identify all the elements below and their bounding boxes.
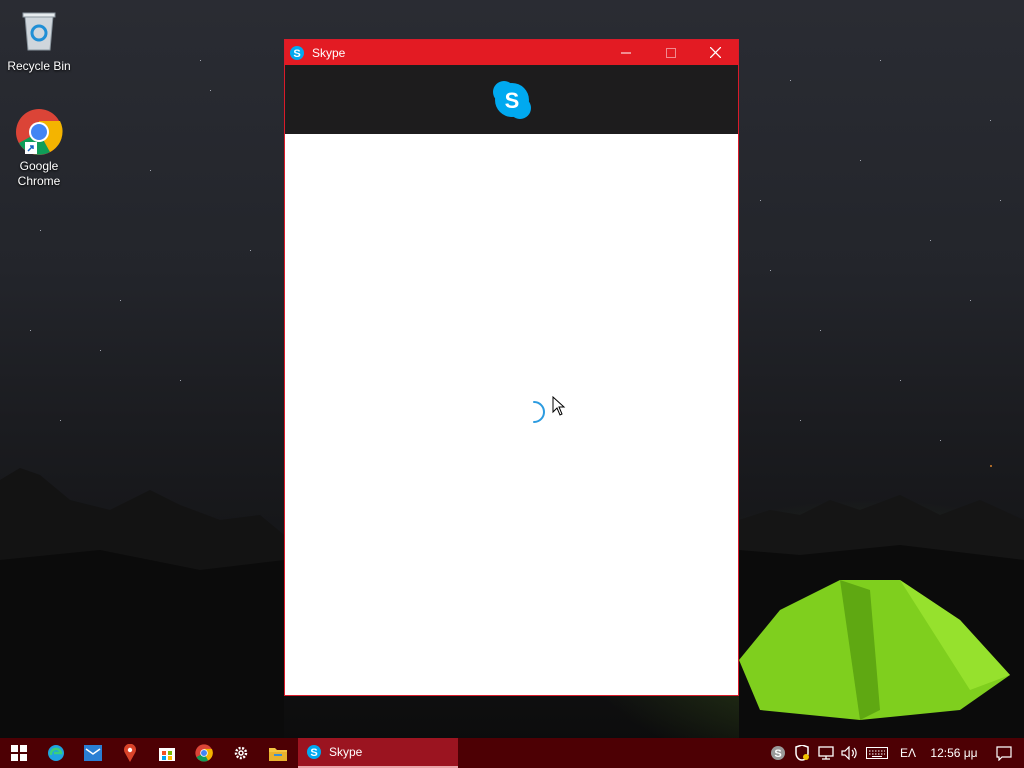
taskbar-file-explorer[interactable] (259, 738, 296, 768)
keyboard-icon (866, 747, 888, 759)
taskbar-mail[interactable] (74, 738, 111, 768)
svg-text:S: S (310, 747, 317, 759)
taskbar-app-label: Skype (329, 745, 363, 759)
desktop-icon-label: Google Chrome (17, 159, 61, 188)
taskbar: S Skype S ΕΛ 12:56 μμ (0, 738, 1024, 768)
skype-tray-icon: S (771, 746, 785, 760)
system-tray: S ΕΛ 12:56 μμ (766, 738, 1024, 768)
security-icon (795, 745, 809, 761)
clock[interactable]: 12:56 μμ (924, 746, 984, 760)
taskbar-settings[interactable] (222, 738, 259, 768)
taskbar-chrome[interactable] (185, 738, 222, 768)
skype-icon: S (289, 45, 305, 61)
skype-logo-icon: S (492, 80, 531, 119)
file-explorer-icon (268, 747, 287, 761)
svg-text:S: S (293, 48, 300, 60)
chrome-icon (15, 108, 63, 156)
skype-content-area (285, 134, 738, 695)
recycle-bin-icon (3, 8, 75, 56)
action-center-button[interactable] (984, 738, 1024, 768)
edge-icon (47, 745, 64, 761)
loading-spinner-icon (533, 401, 545, 423)
tray-network[interactable] (814, 738, 838, 768)
volume-icon (841, 746, 857, 760)
maps-icon (123, 744, 136, 762)
tray-skype[interactable]: S (766, 738, 790, 768)
action-center-icon (996, 745, 1012, 761)
start-icon (10, 745, 27, 761)
desktop-icon-google-chrome[interactable]: Google Chrome (3, 108, 75, 189)
desktop-icon-recycle-bin[interactable]: Recycle Bin (3, 8, 75, 74)
svg-text:S: S (774, 748, 781, 760)
desktop-icon-label: Recycle Bin (7, 59, 71, 73)
minimize-button[interactable] (603, 40, 648, 65)
skype-window: S Skype S (284, 39, 739, 696)
mouse-cursor-icon (552, 396, 566, 416)
start-button[interactable] (0, 738, 37, 768)
settings-icon (234, 746, 247, 760)
skype-header: S (285, 65, 738, 134)
input-language[interactable]: ΕΛ (892, 746, 924, 760)
mail-icon (83, 745, 102, 761)
maximize-button[interactable] (648, 40, 693, 65)
chrome-icon (194, 744, 213, 762)
close-icon (710, 47, 721, 58)
tray-keyboard[interactable] (862, 738, 892, 768)
minimize-icon (620, 52, 631, 53)
store-icon (158, 748, 175, 761)
taskbar-edge[interactable] (37, 738, 74, 768)
svg-text:S: S (504, 88, 519, 113)
taskbar-store[interactable] (148, 738, 185, 768)
title-bar[interactable]: S Skype (285, 40, 738, 65)
window-title: Skype (312, 45, 346, 60)
tray-security[interactable] (790, 738, 814, 768)
taskbar-app-skype[interactable]: S Skype (298, 738, 458, 768)
taskbar-maps[interactable] (111, 738, 148, 768)
network-icon (818, 746, 834, 760)
skype-icon: S (307, 745, 321, 759)
maximize-icon (665, 47, 676, 58)
tray-volume[interactable] (838, 738, 862, 768)
close-button[interactable] (693, 40, 738, 65)
